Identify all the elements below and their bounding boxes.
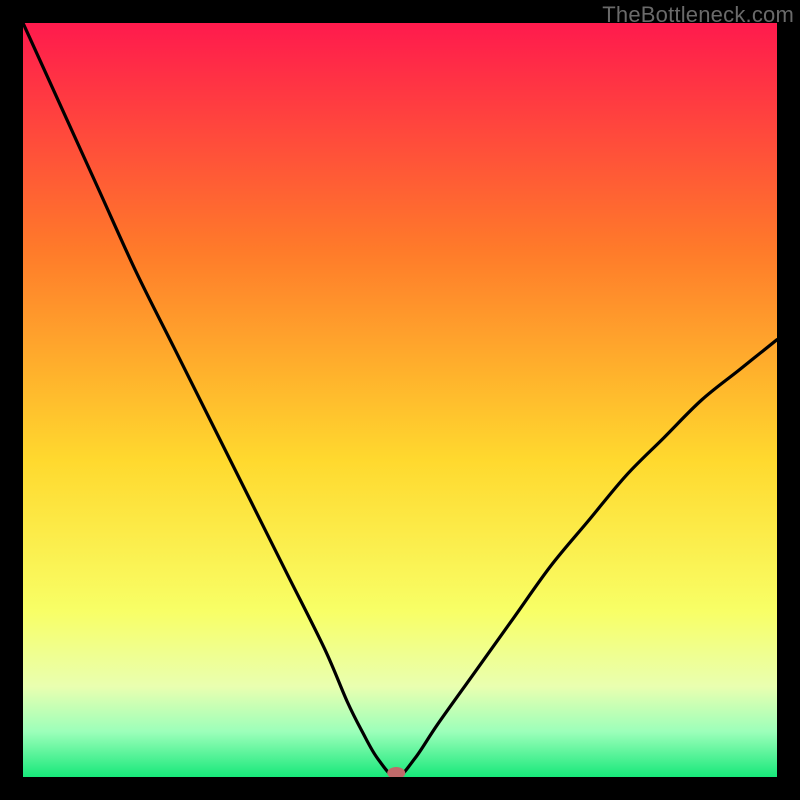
watermark-text: TheBottleneck.com [602, 2, 794, 28]
gradient-background [23, 23, 777, 777]
bottleneck-chart [23, 23, 777, 777]
chart-frame [23, 23, 777, 777]
